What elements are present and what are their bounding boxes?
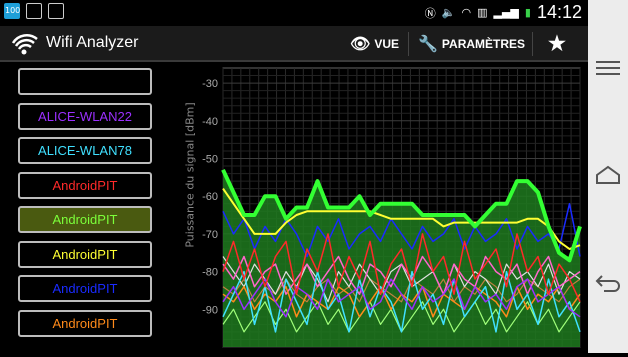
y-tick-label: -40	[202, 116, 218, 128]
network-list: ALICE-WLAN22 ALICE-WLAN78 AndroidPIT Androi…	[0, 62, 178, 353]
wifi-logo-icon	[10, 29, 40, 61]
y-tick-label: -70	[202, 229, 218, 241]
ssid-item[interactable]: AndroidPIT	[18, 240, 152, 268]
status-notifications: 100	[4, 3, 64, 19]
menu-icon[interactable]	[594, 58, 622, 82]
sim-icon: ▥	[477, 6, 488, 19]
clock: 14:12	[536, 2, 582, 22]
star-icon[interactable]: ★	[548, 31, 566, 56]
y-tick-label: -60	[202, 191, 218, 203]
nfc-icon: Ⓝ	[424, 6, 436, 20]
signal-icon: ▂▄▆	[493, 6, 519, 19]
signal-chart: -30 -40 -50 -60 -70 -80 -90	[178, 62, 588, 353]
home-icon[interactable]	[594, 164, 622, 188]
y-tick-label: -50	[202, 153, 218, 165]
volume-icon: 🔈	[441, 6, 456, 19]
wifi-icon: ◠	[461, 6, 472, 19]
view-label: VUE	[374, 37, 399, 51]
eye-icon: 👁	[350, 36, 371, 53]
y-tick-label: -30	[202, 78, 218, 90]
battery-100-icon: 100	[4, 3, 20, 19]
settings-button[interactable]: 🔧 PARAMÈTRES	[418, 34, 525, 54]
wrench-icon: 🔧	[418, 36, 438, 53]
download-icon	[48, 3, 64, 19]
settings-label: PARAMÈTRES	[441, 37, 526, 51]
action-divider	[532, 32, 533, 56]
status-indicators: Ⓝ 🔈 ◠ ▥ ▂▄▆ ▮ 14:12	[425, 2, 582, 23]
battery-icon: ▮	[524, 6, 531, 19]
status-bar: 100 Ⓝ 🔈 ◠ ▥ ▂▄▆ ▮ 14:12	[0, 0, 588, 26]
ssid-item[interactable]: AndroidPIT	[18, 206, 152, 233]
back-icon[interactable]	[594, 272, 622, 296]
ssid-item[interactable]: AndroidPIT	[18, 309, 152, 337]
y-tick-label: -90	[202, 304, 218, 316]
ssid-item[interactable]: ALICE-WLAN22	[18, 102, 152, 130]
navigation-bar	[588, 0, 628, 353]
ssid-item[interactable]: AndroidPIT	[18, 171, 152, 199]
ssid-item[interactable]: AndroidPIT	[18, 275, 152, 302]
view-button[interactable]: 👁 VUE	[350, 34, 399, 54]
y-axis-label: Puissance du signal [dBm]	[183, 102, 197, 248]
action-divider	[408, 32, 409, 56]
y-tick-label: -80	[202, 267, 218, 279]
signal-plot: -30 -40 -50 -60 -70 -80 -90	[202, 67, 582, 348]
app-title: Wifi Analyzer	[46, 34, 139, 51]
action-bar: Wifi Analyzer 👁 VUE 🔧 PARAMÈTRES ★	[0, 26, 588, 62]
image-icon	[26, 3, 42, 19]
ssid-item[interactable]: ALICE-WLAN78	[18, 137, 152, 164]
ssid-item[interactable]	[18, 68, 152, 95]
